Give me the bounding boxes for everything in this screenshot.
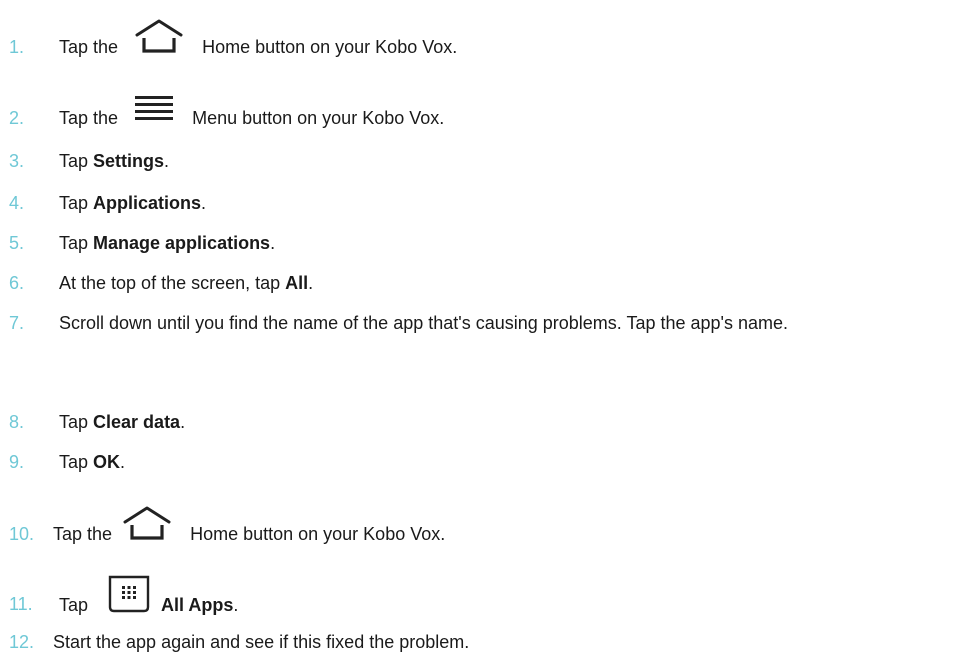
step-number: 9. bbox=[9, 452, 25, 472]
step-text-after: . bbox=[308, 273, 314, 293]
step-text: Tap the Home button on your Kobo Vox. bbox=[53, 506, 953, 553]
menu-icon bbox=[133, 94, 175, 124]
step-text-before: Tap bbox=[59, 151, 94, 171]
step-bold-term: All Apps bbox=[161, 594, 234, 615]
step-text-before: At the top of the screen, tap bbox=[59, 273, 286, 293]
step-text-after: Menu button on your Kobo Vox. bbox=[192, 108, 445, 128]
step-bold-term: Manage applications bbox=[93, 233, 271, 253]
step-text: Tap the Menu button on your Kobo Vox. bbox=[59, 96, 959, 136]
step-text: Start the app again and see if this fixe… bbox=[53, 632, 470, 652]
step-text: Tap the Home button on your Kobo Vox. bbox=[59, 19, 959, 66]
step-text-after: . bbox=[201, 193, 207, 213]
home-icon bbox=[133, 18, 185, 54]
step-text-after: Home button on your Kobo Vox. bbox=[202, 37, 458, 57]
step-text-before: Tap bbox=[59, 452, 94, 472]
step-text-before: Tap bbox=[59, 594, 89, 615]
step-text: Tap Settings. bbox=[59, 143, 959, 179]
step-number: 11. bbox=[9, 594, 33, 614]
step-text: Scroll down until you find the name of t… bbox=[59, 313, 788, 333]
step-text: Tap OK. bbox=[59, 444, 959, 480]
step-text: Tap Manage applications. bbox=[59, 225, 959, 261]
step-bold-term: Settings bbox=[93, 151, 165, 171]
step-bold-term: OK bbox=[93, 452, 121, 472]
step-text-after: . bbox=[120, 452, 126, 472]
step-number: 4. bbox=[9, 193, 25, 213]
step-number: 2. bbox=[9, 108, 25, 128]
step-text: Tap Clear data. bbox=[59, 404, 959, 440]
step-bold-term: Applications bbox=[93, 193, 202, 213]
step-number: 10. bbox=[9, 524, 35, 544]
step-number: 1. bbox=[9, 37, 25, 57]
step-number: 8. bbox=[9, 412, 25, 432]
step-text-before: Tap the bbox=[59, 108, 119, 128]
step-text-after: . bbox=[164, 151, 170, 171]
step-text-before: Tap bbox=[59, 233, 94, 253]
step-number: 3. bbox=[9, 151, 25, 171]
step-number: 7. bbox=[9, 313, 25, 333]
step-text-before: Tap bbox=[59, 412, 94, 432]
step-text: Tap Applications. bbox=[59, 185, 959, 221]
step-text-before: Tap the bbox=[53, 524, 113, 544]
step-bold-term: Clear data bbox=[93, 412, 181, 432]
step-text: Tap All Apps. bbox=[59, 575, 959, 626]
step-text-after: Home button on your Kobo Vox. bbox=[190, 524, 446, 544]
step-number: 5. bbox=[9, 233, 25, 253]
step-text-after: . bbox=[233, 594, 239, 615]
step-bold-term: All bbox=[285, 273, 309, 293]
step-text-after: . bbox=[180, 412, 186, 432]
step-text-after: . bbox=[270, 233, 276, 253]
step-text-before: Tap bbox=[59, 193, 94, 213]
step-text: At the top of the screen, tap All. bbox=[59, 265, 959, 301]
step-text-before: Tap the bbox=[59, 37, 119, 57]
step-number: 12. bbox=[9, 632, 35, 652]
all-apps-icon bbox=[107, 574, 151, 614]
home-icon bbox=[121, 505, 173, 541]
step-number: 6. bbox=[9, 273, 25, 293]
